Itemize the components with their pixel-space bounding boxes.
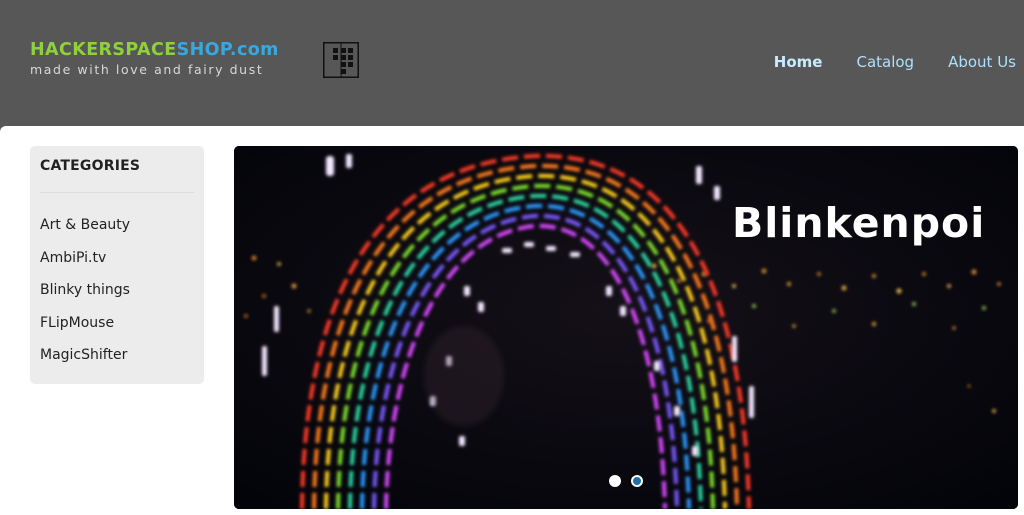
logo-tagline: made with love and fairy dust bbox=[30, 62, 264, 77]
category-art-beauty[interactable]: Art & Beauty bbox=[40, 216, 130, 249]
site-header: HACKERSPACESHOP.com made with love and f… bbox=[0, 0, 1024, 126]
main-nav: Home Catalog About Us bbox=[774, 50, 1016, 74]
category-blinky-things[interactable]: Blinky things bbox=[40, 281, 130, 314]
nav-about-us-link[interactable]: About Us bbox=[948, 53, 1016, 71]
nav-home-link[interactable]: Home bbox=[774, 53, 823, 71]
logo-wordmark: HACKERSPACESHOP.com bbox=[30, 40, 279, 60]
pixel-block-logo-icon bbox=[323, 42, 359, 78]
hero-slider[interactable]: Blinkenpoi bbox=[234, 146, 1018, 509]
categories-divider bbox=[40, 192, 194, 193]
nav-catalog-link[interactable]: Catalog bbox=[856, 53, 914, 71]
site-logo[interactable]: HACKERSPACESHOP.com made with love and f… bbox=[30, 40, 360, 80]
slider-pagination bbox=[609, 475, 643, 487]
slide-caption: Blinkenpoi bbox=[732, 199, 986, 247]
category-ambipi[interactable]: AmbiPi.tv bbox=[40, 249, 130, 282]
categories-heading: CATEGORIES bbox=[40, 158, 141, 174]
logo-wordmark-part1: HACKERSPACE bbox=[30, 40, 177, 60]
category-magicshifter[interactable]: MagicShifter bbox=[40, 346, 130, 379]
category-list: Art & Beauty AmbiPi.tv Blinky things FLi… bbox=[40, 216, 130, 379]
logo-wordmark-part2: SHOP.com bbox=[176, 40, 279, 60]
categories-sidebar: CATEGORIES Art & Beauty AmbiPi.tv Blinky… bbox=[30, 146, 204, 384]
slider-dot-1[interactable] bbox=[609, 475, 621, 487]
slider-dot-2-active[interactable] bbox=[631, 475, 643, 487]
category-flipmouse[interactable]: FLipMouse bbox=[40, 314, 130, 347]
main-content: CATEGORIES Art & Beauty AmbiPi.tv Blinky… bbox=[0, 126, 1024, 515]
